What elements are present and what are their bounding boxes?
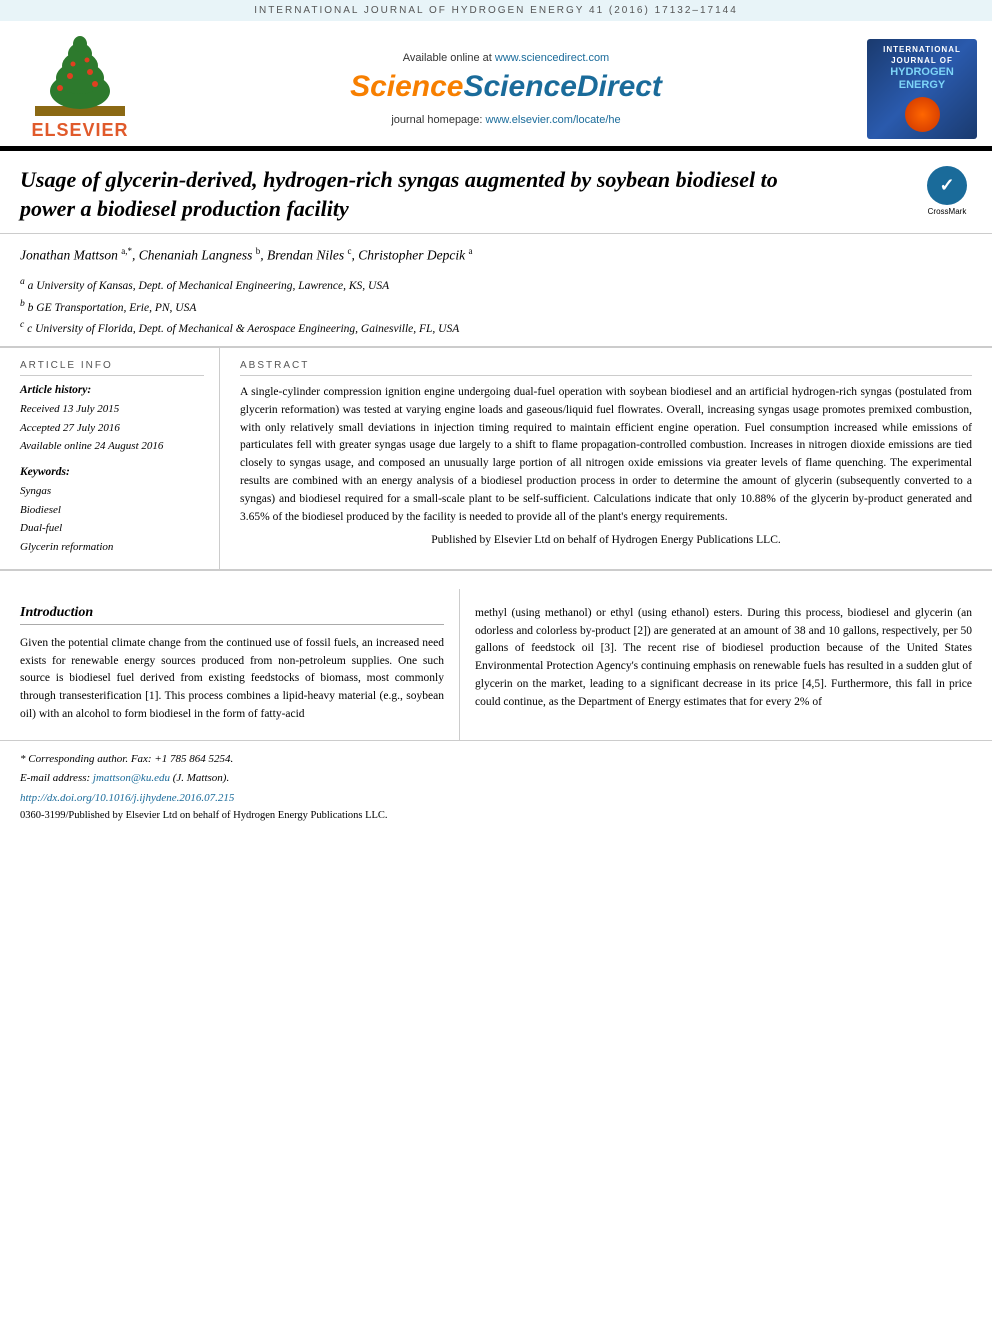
- article-info-abstract-section: ARTICLE INFO Article history: Received 1…: [0, 348, 992, 570]
- history-label: Article history:: [20, 384, 204, 396]
- crossmark-label: CrossMark: [928, 207, 967, 216]
- elsevier-logo-section: ELSEVIER: [0, 31, 160, 146]
- intro-left-column: Introduction Given the potential climate…: [0, 589, 460, 740]
- author-email-link[interactable]: jmattson@ku.edu: [93, 772, 170, 784]
- crossmark-badge: ✓ CrossMark: [922, 166, 972, 216]
- intro-right-column: methyl (using methanol) or ethyl (using …: [460, 589, 992, 740]
- elsevier-logo: ELSEVIER: [31, 36, 128, 141]
- journal-cover-section: INTERNATIONAL JOURNAL OF HYDROGEN ENERGY: [852, 31, 992, 146]
- accepted-date: Accepted 27 July 2016: [20, 419, 204, 438]
- issn-notice: 0360-3199/Published by Elsevier Ltd on b…: [20, 810, 972, 821]
- journal-homepage-link[interactable]: www.elsevier.com/locate/he: [486, 114, 621, 126]
- corresponding-author-note: * Corresponding author. Fax: +1 785 864 …: [20, 751, 972, 768]
- article-title-section: Usage of glycerin-derived, hydrogen-rich…: [0, 151, 992, 234]
- intro-left-text: Given the potential climate change from …: [20, 635, 444, 724]
- keyword-glycerin: Glycerin reformation: [20, 538, 204, 557]
- journal-bar: INTERNATIONAL JOURNAL OF HYDROGEN ENERGY…: [0, 0, 992, 21]
- spacer: [0, 571, 992, 589]
- available-online-link[interactable]: www.sciencedirect.com: [495, 52, 609, 64]
- doi-link: http://dx.doi.org/10.1016/j.ijhydene.201…: [20, 790, 972, 807]
- article-info-heading: ARTICLE INFO: [20, 360, 204, 376]
- authors-section: Jonathan Mattson a,*, Chenaniah Langness…: [0, 234, 992, 347]
- article-info-column: ARTICLE INFO Article history: Received 1…: [0, 348, 220, 569]
- intro-right-text: methyl (using methanol) or ethyl (using …: [475, 605, 972, 712]
- journal-cover-image: INTERNATIONAL JOURNAL OF HYDROGEN ENERGY: [867, 39, 977, 139]
- email-note: E-mail address: jmattson@ku.edu (J. Matt…: [20, 770, 972, 787]
- elsevier-wordmark: ELSEVIER: [31, 120, 128, 141]
- authors-line: Jonathan Mattson a,*, Chenaniah Langness…: [20, 244, 972, 266]
- abstract-column: ABSTRACT A single-cylinder compression i…: [220, 348, 992, 569]
- introduction-title: Introduction: [20, 605, 444, 625]
- affiliations: a a University of Kansas, Dept. of Mecha…: [20, 274, 972, 338]
- sciencedirect-logo: ScienceScienceDirect: [350, 70, 662, 104]
- available-online-text: Available online at www.sciencedirect.co…: [403, 52, 609, 64]
- footer-section: * Corresponding author. Fax: +1 785 864 …: [0, 740, 992, 832]
- abstract-published: Published by Elsevier Ltd on behalf of H…: [240, 532, 972, 550]
- keywords-label: Keywords:: [20, 466, 204, 478]
- article-title: Usage of glycerin-derived, hydrogen-rich…: [20, 166, 800, 223]
- keyword-dualfuel: Dual-fuel: [20, 519, 204, 538]
- affiliation-c: c c University of Florida, Dept. of Mech…: [20, 317, 972, 338]
- elsevier-tree-icon: [35, 36, 125, 116]
- crossmark-icon: ✓: [927, 166, 967, 205]
- affiliation-a: a a University of Kansas, Dept. of Mecha…: [20, 274, 972, 295]
- affiliation-b: b b GE Transportation, Erie, PN, USA: [20, 296, 972, 317]
- abstract-text: A single-cylinder compression ignition e…: [240, 384, 972, 527]
- available-online-date: Available online 24 August 2016: [20, 437, 204, 456]
- sciencedirect-section: Available online at www.sciencedirect.co…: [160, 31, 852, 146]
- page-header: ELSEVIER Available online at www.science…: [0, 21, 992, 148]
- journal-homepage-line: journal homepage: www.elsevier.com/locat…: [391, 114, 620, 126]
- journal-cover-circle: [905, 97, 940, 132]
- received-date: Received 13 July 2015: [20, 400, 204, 419]
- journal-bar-text: INTERNATIONAL JOURNAL OF HYDROGEN ENERGY…: [254, 5, 738, 16]
- abstract-heading: ABSTRACT: [240, 360, 972, 376]
- doi-anchor[interactable]: http://dx.doi.org/10.1016/j.ijhydene.201…: [20, 792, 234, 804]
- keyword-syngas: Syngas: [20, 482, 204, 501]
- introduction-section: Introduction Given the potential climate…: [0, 589, 992, 740]
- keyword-biodiesel: Biodiesel: [20, 501, 204, 520]
